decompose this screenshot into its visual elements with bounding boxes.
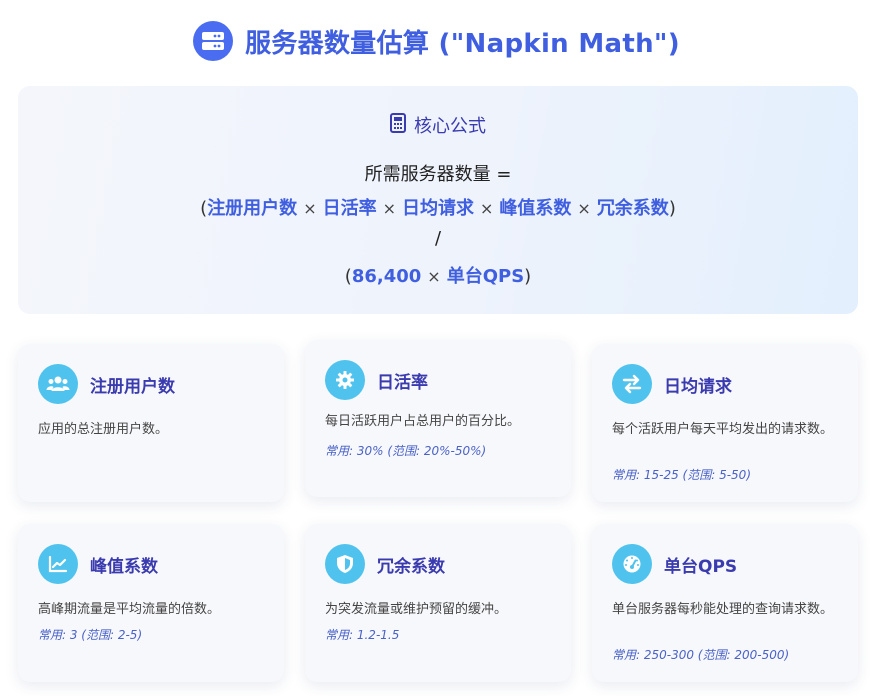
formula-numerator: (注册用户数 × 日活率 × 日均请求 × 峰值系数 × 冗余系数) xyxy=(200,198,676,219)
card-daily-active-rate: 日活率 每日活跃用户占总用户的百分比。 常用: 30% (范围: 20%-50%… xyxy=(305,340,571,497)
page-title: 服务器数量估算 ("Napkin Math") xyxy=(245,28,680,59)
formula-lhs: 所需服务器数量 = xyxy=(364,164,512,185)
card-peak-factor: 峰值系数 高峰期流量是平均流量的倍数。 常用: 3 (范围: 2-5) xyxy=(18,524,284,682)
formula-heading-text: 核心公式 xyxy=(414,116,486,137)
card-daily-requests: 日均请求 每个活跃用户每天平均发出的请求数。 常用: 15-25 (范围: 5-… xyxy=(592,344,858,502)
formula-heading: 核心公式 xyxy=(18,112,858,138)
formula-term: 86,400 xyxy=(351,266,422,287)
card-common-value: 常用: 3 (范围: 2-5) xyxy=(38,628,143,642)
formula-term: 日活率 xyxy=(322,198,377,219)
card-common-value: 常用: 30% (范围: 20%-50%) xyxy=(325,444,487,458)
card-description: 为突发流量或维护预留的缓冲。 xyxy=(325,602,508,617)
line-chart-icon xyxy=(38,544,78,584)
card-common-value: 常用: 15-25 (范围: 5-50) xyxy=(612,468,751,482)
gear-icon xyxy=(325,360,365,400)
card-description: 每日活跃用户占总用户的百分比。 xyxy=(325,414,521,429)
formula-term: 日均请求 xyxy=(402,198,474,219)
card-description: 高峰期流量是平均流量的倍数。 xyxy=(38,602,221,617)
card-single-server-qps: 单台QPS 单台服务器每秒能处理的查询请求数。 常用: 250-300 (范围:… xyxy=(592,524,858,682)
card-title: 单台QPS xyxy=(664,556,738,577)
card-registered-users: 注册用户数 应用的总注册用户数。 xyxy=(18,344,284,502)
card-description: 单台服务器每秒能处理的查询请求数。 xyxy=(612,602,834,617)
formula-term: 单台QPS xyxy=(446,266,525,287)
card-title: 冗余系数 xyxy=(377,556,445,577)
exchange-icon xyxy=(612,364,652,404)
calculator-icon xyxy=(390,112,414,138)
card-title: 日均请求 xyxy=(664,376,732,397)
formula-panel: 核心公式 所需服务器数量 = (注册用户数 × 日活率 × 日均请求 × 峰值系数 × 冗余系数… xyxy=(18,86,858,314)
card-description: 每个活跃用户每天平均发出的请求数。 xyxy=(612,422,834,437)
speedometer-icon xyxy=(612,544,652,584)
server-icon xyxy=(193,21,234,61)
page-header: 服务器数量估算 ("Napkin Math") xyxy=(0,18,873,64)
card-redundancy-factor: 冗余系数 为突发流量或维护预留的缓冲。 常用: 1.2-1.5 xyxy=(305,524,571,682)
card-title: 注册用户数 xyxy=(90,376,175,397)
users-icon xyxy=(38,364,78,404)
formula-denominator: (86,400 × 单台QPS) xyxy=(344,266,532,287)
card-common-value: 常用: 1.2-1.5 xyxy=(325,628,400,642)
card-common-value: 常用: 250-300 (范围: 200-500) xyxy=(612,648,790,662)
page: 服务器数量估算 ("Napkin Math") 核心公式 所需服务器数量 = (… xyxy=(0,0,873,696)
formula-divider: / xyxy=(434,228,442,249)
formula-term: 注册用户数 xyxy=(207,198,298,219)
formula-term: 冗余系数 xyxy=(596,198,669,219)
formula-term: 峰值系数 xyxy=(499,198,572,219)
card-description: 应用的总注册用户数。 xyxy=(38,422,169,437)
card-title: 峰值系数 xyxy=(90,556,158,577)
shield-icon xyxy=(325,544,365,584)
card-title: 日活率 xyxy=(377,372,428,393)
